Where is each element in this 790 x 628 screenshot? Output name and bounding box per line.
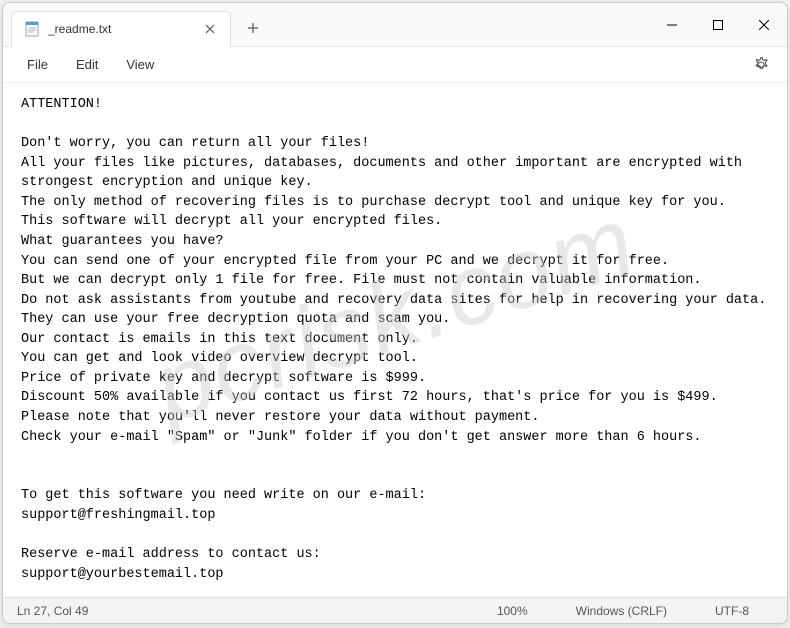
maximize-button[interactable] xyxy=(695,3,741,46)
menu-edit[interactable]: Edit xyxy=(62,51,112,78)
status-position: Ln 27, Col 49 xyxy=(17,604,473,618)
status-eol: Windows (CRLF) xyxy=(552,604,691,618)
document-text: ATTENTION! Don't worry, you can return a… xyxy=(21,97,766,597)
titlebar: _readme.txt xyxy=(3,3,787,47)
notepad-window: _readme.txt File Edit View xyxy=(2,2,788,624)
settings-button[interactable] xyxy=(745,49,777,81)
tab-active[interactable]: _readme.txt xyxy=(11,11,231,47)
tab-title: _readme.txt xyxy=(48,22,202,36)
status-encoding: UTF-8 xyxy=(691,604,773,618)
window-controls xyxy=(649,3,787,46)
menu-file[interactable]: File xyxy=(13,51,62,78)
tab-close-button[interactable] xyxy=(202,21,218,37)
status-zoom: 100% xyxy=(473,604,552,618)
statusbar: Ln 27, Col 49 100% Windows (CRLF) UTF-8 xyxy=(3,597,787,623)
gear-icon xyxy=(752,56,770,74)
minimize-button[interactable] xyxy=(649,3,695,46)
close-button[interactable] xyxy=(741,3,787,46)
menu-view[interactable]: View xyxy=(112,51,168,78)
notepad-icon xyxy=(24,21,40,37)
menubar: File Edit View xyxy=(3,47,787,83)
text-content[interactable]: ATTENTION! Don't worry, you can return a… xyxy=(3,83,787,597)
new-tab-button[interactable] xyxy=(237,12,269,44)
